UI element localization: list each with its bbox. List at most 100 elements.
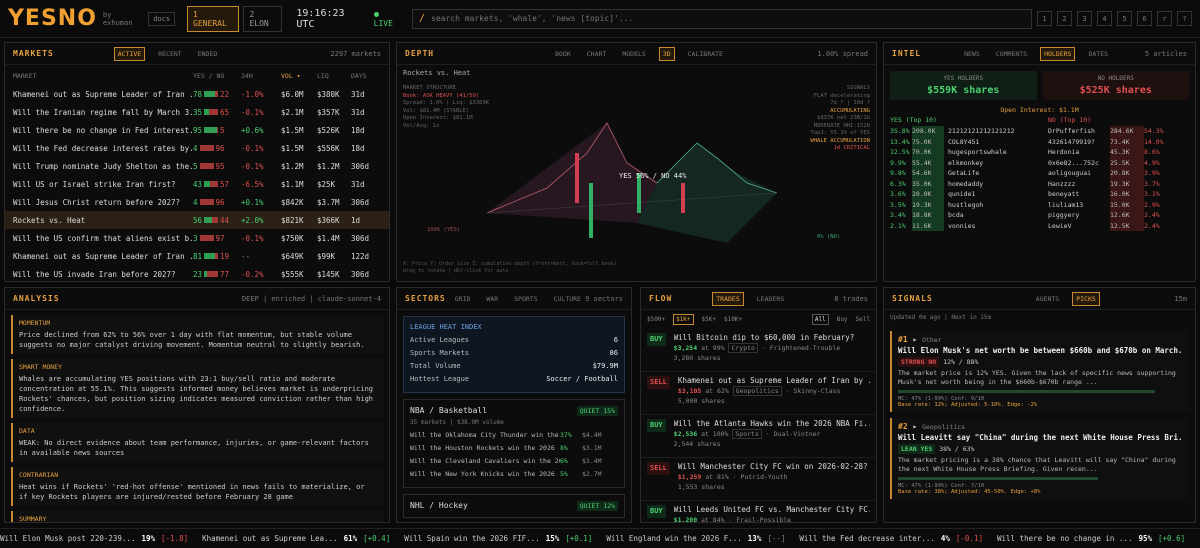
market-row[interactable]: Will Trump nominate Judy Shelton as the.… <box>5 157 389 175</box>
nhl-card[interactable]: NHL / Hockey QUIET 12% <box>403 494 625 518</box>
no-holder-row[interactable]: DrPufferfish 284.6K 54.3% <box>1048 126 1189 137</box>
yes-holder-row[interactable]: 3.6% 20.0K qunide1 <box>890 189 1048 200</box>
tab-models[interactable]: MODELS <box>619 48 648 60</box>
tab-trades[interactable]: TRADES <box>712 291 744 306</box>
tab-elon[interactable]: 2 ELON <box>243 5 283 32</box>
filter-sell[interactable]: Sell <box>856 316 870 323</box>
trade-user[interactable]: Frightened-Trouble <box>770 344 840 352</box>
no-holder-row[interactable]: beneyatt 16.0K 3.1% <box>1048 189 1189 200</box>
tab-book[interactable]: BOOK <box>552 48 574 60</box>
signal-pick[interactable]: #2 ▸ Geopolitics Will Leavitt say "China"… <box>890 418 1189 499</box>
ticker-market[interactable]: Will England win the 2026 F... <box>606 534 741 543</box>
market-row[interactable]: Will the Fed decrease interest rates by.… <box>5 139 389 157</box>
trade-user[interactable]: Skinny-Class <box>793 387 840 395</box>
depth-3d-chart[interactable]: YES 56% / NO 44% 100% (YES) 0% (NO) <box>397 83 877 263</box>
ticker-market[interactable]: Will Spain win the 2026 FIF... <box>404 534 539 543</box>
market-row[interactable]: Will there be no change in Fed interest.… <box>5 121 389 139</box>
signal-pick[interactable]: #1 ▸ Other Will Elon Musk's net worth be … <box>890 331 1189 412</box>
no-holder-row[interactable]: piggyery 12.6K 2.4% <box>1048 210 1189 221</box>
filter-10k[interactable]: $10K+ <box>724 316 742 323</box>
col-yesno[interactable]: YES / NO <box>193 72 241 80</box>
market-row[interactable]: Khamenei out as Supreme Leader of Iran .… <box>5 85 389 103</box>
tab-grid[interactable]: GRID <box>452 293 474 305</box>
shortcut-key[interactable]: 6 <box>1137 11 1153 26</box>
no-holder-row[interactable]: LewieV 12.5K 2.4% <box>1048 220 1189 231</box>
tab-culture[interactable]: CULTURE <box>551 293 584 305</box>
no-holder-row[interactable]: aoligouguai 20.8K 3.9% <box>1048 168 1189 179</box>
tab-picks[interactable]: PICKS <box>1072 291 1100 306</box>
no-holder-row[interactable]: Herdonia 45.3K 8.6% <box>1048 147 1189 158</box>
tab-3d[interactable]: 3D <box>658 46 675 61</box>
filter-5k[interactable]: $5K+ <box>702 316 716 323</box>
filter-1k[interactable]: $1K+ <box>673 314 694 325</box>
market-row[interactable]: Will Jesus Christ return before 2027? 4 96… <box>5 193 389 211</box>
sector-market-row[interactable]: Will the Oklahoma City Thunder win the..… <box>410 429 618 442</box>
col-market[interactable]: MARKET <box>13 72 193 80</box>
filter-all[interactable]: All <box>811 314 829 325</box>
trade-item[interactable]: BUY Will the Atlanta Hawks win the 2026 N… <box>641 415 876 458</box>
shortcut-key[interactable]: 1 <box>1037 11 1053 26</box>
sector-market-row[interactable]: Will the Houston Rockets win the 2026 ..… <box>410 442 618 455</box>
market-row[interactable]: Will the Iranian regime fall by March 3.… <box>5 103 389 121</box>
shortcut-key[interactable]: 3 <box>1077 11 1093 26</box>
yes-holder-row[interactable]: 9.8% 54.6K GetaLife <box>890 168 1048 179</box>
trade-user[interactable]: Putrid-Youth <box>741 473 788 481</box>
docs-link[interactable]: docs <box>148 11 176 26</box>
sector-market-row[interactable]: Will the New York Knicks win the 2026 ..… <box>410 468 618 481</box>
trade-item[interactable]: SELL Will Manchester City FC win on 2026-… <box>641 458 876 501</box>
tab-dates[interactable]: DATES <box>1085 48 1111 60</box>
yes-holder-row[interactable]: 3.5% 19.3K hustlegoh <box>890 199 1048 210</box>
tab-general[interactable]: 1 GENERAL <box>187 5 240 32</box>
yes-holder-row[interactable]: 3.4% 18.8K bcda <box>890 210 1048 221</box>
tab-sports[interactable]: SPORTS <box>511 293 540 305</box>
filter-buy[interactable]: Buy <box>837 316 848 323</box>
col-days[interactable]: DAYS <box>351 72 375 80</box>
col-24h[interactable]: 24H <box>241 72 281 80</box>
shortcut-key[interactable]: 4 <box>1097 11 1113 26</box>
filter-500[interactable]: $500+ <box>647 316 665 323</box>
nba-card[interactable]: NBA / Basketball QUIET 15% 35 markets | $… <box>403 399 625 488</box>
shortcut-key[interactable]: ? <box>1177 11 1193 26</box>
yes-holder-row[interactable]: 6.3% 35.0K homedaddy <box>890 178 1048 189</box>
market-row[interactable]: Will the US confirm that aliens exist b.… <box>5 229 389 247</box>
market-row[interactable]: Rockets vs. Heat 56 44 +2.0% $821K $366K 1d <box>5 211 389 229</box>
no-holder-row[interactable]: liuliam13 15.0K 2.9% <box>1048 199 1189 210</box>
trade-item[interactable]: BUY Will Bitcoin dip to $60,000 in Februa… <box>641 329 876 372</box>
yes-holder-row[interactable]: 9.9% 55.4K elkmonkey <box>890 157 1048 168</box>
tab-agents[interactable]: AGENTS <box>1033 293 1062 305</box>
yes-holder-row[interactable]: 13.4% 75.0K COL8Y451 <box>890 136 1048 147</box>
market-row[interactable]: Khamenei out as Supreme Leader of Iran .… <box>5 247 389 265</box>
no-holder-row[interactable]: Hanzzzz 19.3K 3.7% <box>1048 178 1189 189</box>
tab-news[interactable]: NEWS <box>961 48 983 60</box>
col-liq[interactable]: LIQ <box>317 72 351 80</box>
yes-holder-row[interactable]: 12.5% 70.0K hugesportswhale <box>890 147 1048 158</box>
no-holder-row[interactable]: 0x6e82...752c 25.5K 4.9% <box>1048 157 1189 168</box>
trade-item[interactable]: BUY Will Leeds United FC vs. Manchester C… <box>641 501 876 522</box>
ticker-market[interactable]: Will Elon Musk post 220-239... <box>0 534 135 543</box>
tab-leaders[interactable]: LEADERS <box>754 293 787 305</box>
market-row[interactable]: Will US or Israel strike Iran first? 43 57… <box>5 175 389 193</box>
ticker-market[interactable]: Will the Fed decrease inter... <box>799 534 934 543</box>
yes-holder-row[interactable]: 35.8% 208.0K 21212121212121212 <box>890 126 1048 137</box>
ticker-market[interactable]: Khamenei out as Supreme Lea... <box>202 534 337 543</box>
no-holder-row[interactable]: 43261479919? 73.4K 14.0% <box>1048 136 1189 147</box>
shortcut-key[interactable]: 2 <box>1057 11 1073 26</box>
tab-active[interactable]: ACTIVE <box>113 46 146 61</box>
tab-chart[interactable]: CHART <box>584 48 610 60</box>
ticker-market[interactable]: Will there be no change in ... <box>997 534 1132 543</box>
search-bar[interactable]: / <box>411 8 1033 29</box>
trade-user[interactable]: Dual-Vintner <box>774 430 821 438</box>
sector-market-row[interactable]: Will the Cleveland Cavaliers win the 202… <box>410 455 618 468</box>
tab-holders[interactable]: HOLDERS <box>1040 46 1076 61</box>
shortcut-key[interactable]: r <box>1157 11 1173 26</box>
yes-holder-row[interactable]: 2.1% 11.6K vonnies <box>890 220 1048 231</box>
shortcut-key[interactable]: 5 <box>1117 11 1133 26</box>
search-input[interactable] <box>431 14 1032 23</box>
tab-ended[interactable]: ENDED <box>195 48 221 60</box>
tab-calibrate[interactable]: CALIBRATE <box>685 48 726 60</box>
col-vol[interactable]: VOL ▾ <box>281 72 317 80</box>
trade-user[interactable]: Frail-Possible <box>736 516 791 522</box>
tab-recent[interactable]: RECENT <box>155 48 184 60</box>
trade-item[interactable]: SELL Khamenei out as Supreme Leader of Ir… <box>641 372 876 415</box>
tab-comments[interactable]: COMMENTS <box>993 48 1030 60</box>
